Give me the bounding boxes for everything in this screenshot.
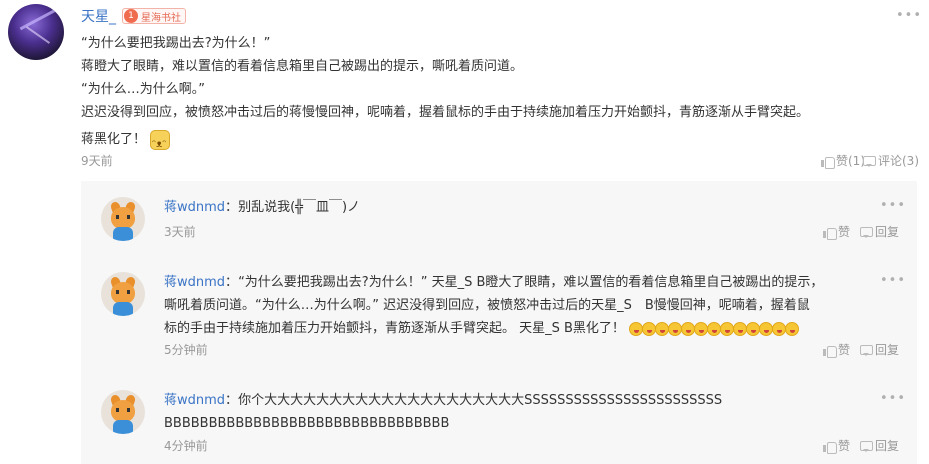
reply-user-name[interactable]: 蒋wdnmd bbox=[164, 275, 225, 290]
reply-like-label: 赞 bbox=[838, 343, 851, 357]
reply-line: 你个大大大大大大大大大大大大大大大大大大大大SSSSSSSSSSSSSSSSSS… bbox=[238, 393, 723, 408]
group-badge-label: 星海书社 bbox=[141, 12, 181, 24]
group-badge[interactable]: 1 星海书社 bbox=[122, 8, 186, 24]
reply-avatar[interactable] bbox=[101, 390, 145, 434]
comment-label: 评论(3) bbox=[878, 154, 919, 168]
reply-content: 蒋wdnmd：你个大大大大大大大大大大大大大大大大大大大大SSSSSSSSSSS… bbox=[164, 389, 864, 435]
reply-content: 蒋wdnmd：别乱说我(╬￣皿￣)ノ bbox=[164, 200, 361, 215]
reply-user-name[interactable]: 蒋wdnmd bbox=[164, 393, 225, 408]
thumb-up-icon bbox=[823, 226, 837, 240]
reply-like-label: 赞 bbox=[838, 225, 851, 239]
post-line: 蒋瞪大了眼睛，难以置信的看着信息箱里自己被踢出的提示，嘶吼着质问道。 bbox=[81, 59, 524, 74]
reply-avatar[interactable] bbox=[101, 197, 145, 241]
reply-more-icon[interactable]: ••• bbox=[880, 273, 906, 288]
reply-time: 4分钟前 bbox=[164, 439, 208, 453]
user-name-link[interactable]: 天星_ bbox=[81, 6, 116, 26]
group-level-icon: 1 bbox=[124, 9, 138, 23]
laughing-emoji-icons bbox=[629, 321, 800, 336]
reply-line: BBBBBBBBBBBBBBBBBBBBBBBBBBBBBBBB bbox=[164, 416, 450, 431]
reply-button-label: 回复 bbox=[875, 343, 900, 357]
more-options-icon[interactable]: ••• bbox=[896, 8, 922, 23]
reply-line: 标的手由于持续施加着压力开始颤抖，青筋逐渐从手臂突起。 天星_S B黑化了！ bbox=[164, 321, 625, 336]
comment-icon bbox=[860, 440, 873, 452]
thumb-up-icon bbox=[821, 155, 835, 169]
post-line: “为什么要把我踢出去?为什么！” bbox=[81, 36, 271, 51]
cat-emoji-icon bbox=[150, 129, 171, 156]
comment-icon bbox=[860, 344, 873, 356]
reply-time: 5分钟前 bbox=[164, 343, 208, 357]
like-button[interactable]: 赞(1) bbox=[821, 152, 865, 169]
thumb-up-icon bbox=[823, 344, 837, 358]
post-content: “为什么要把我踢出去?为什么！” 蒋瞪大了眼睛，难以置信的看着信息箱里自己被踢出… bbox=[81, 32, 921, 156]
reply-more-icon[interactable]: ••• bbox=[880, 391, 906, 406]
post-line: 蒋黑化了！ bbox=[81, 132, 147, 147]
post-header: 天星_ 1 星海书社 bbox=[81, 6, 186, 26]
reply-like-button[interactable]: 赞 bbox=[823, 341, 850, 358]
user-avatar[interactable] bbox=[8, 4, 64, 60]
post-line-last: 蒋黑化了！ bbox=[81, 128, 921, 156]
comment-button[interactable]: 评论(3) bbox=[863, 152, 919, 169]
post-line: 迟迟没得到回应，被愤怒冲击过后的蒋慢慢回神，呢喃着，握着鼠标的手由于持续施加着压… bbox=[81, 105, 810, 120]
reply-button[interactable]: 回复 bbox=[860, 437, 899, 454]
reply-content: 蒋wdnmd：“为什么要把我踢出去?为什么！” 天星_S B瞪大了眼睛，难以置信… bbox=[164, 271, 864, 340]
reply-time: 3天前 bbox=[164, 225, 196, 239]
reply-button-label: 回复 bbox=[875, 225, 900, 239]
reply-avatar[interactable] bbox=[101, 272, 145, 316]
reply-line: 嘶吼着质问道。“为什么…为什么啊。” 迟迟没得到回应，被愤怒冲击过后的天星_S … bbox=[164, 298, 810, 313]
comment-icon bbox=[860, 226, 873, 238]
reply-like-button[interactable]: 赞 bbox=[823, 223, 850, 240]
reply-button-label: 回复 bbox=[875, 439, 900, 453]
reply-user-name[interactable]: 蒋wdnmd bbox=[164, 200, 225, 215]
reply-button[interactable]: 回复 bbox=[860, 341, 899, 358]
post-line: “为什么…为什么啊。” bbox=[81, 82, 205, 97]
post-time: 9天前 bbox=[81, 154, 113, 168]
reply-more-icon[interactable]: ••• bbox=[880, 198, 906, 213]
reply-like-button[interactable]: 赞 bbox=[823, 437, 850, 454]
reply-line: 别乱说我(╬￣皿￣)ノ bbox=[238, 200, 361, 215]
reply-line: “为什么要把我踢出去?为什么！” 天星_S B瞪大了眼睛，难以置信的看着信息箱里… bbox=[238, 275, 824, 290]
reply-button[interactable]: 回复 bbox=[860, 223, 899, 240]
like-label: 赞(1) bbox=[836, 154, 865, 168]
comment-icon bbox=[863, 155, 876, 167]
reply-like-label: 赞 bbox=[838, 439, 851, 453]
thumb-up-icon bbox=[823, 440, 837, 454]
